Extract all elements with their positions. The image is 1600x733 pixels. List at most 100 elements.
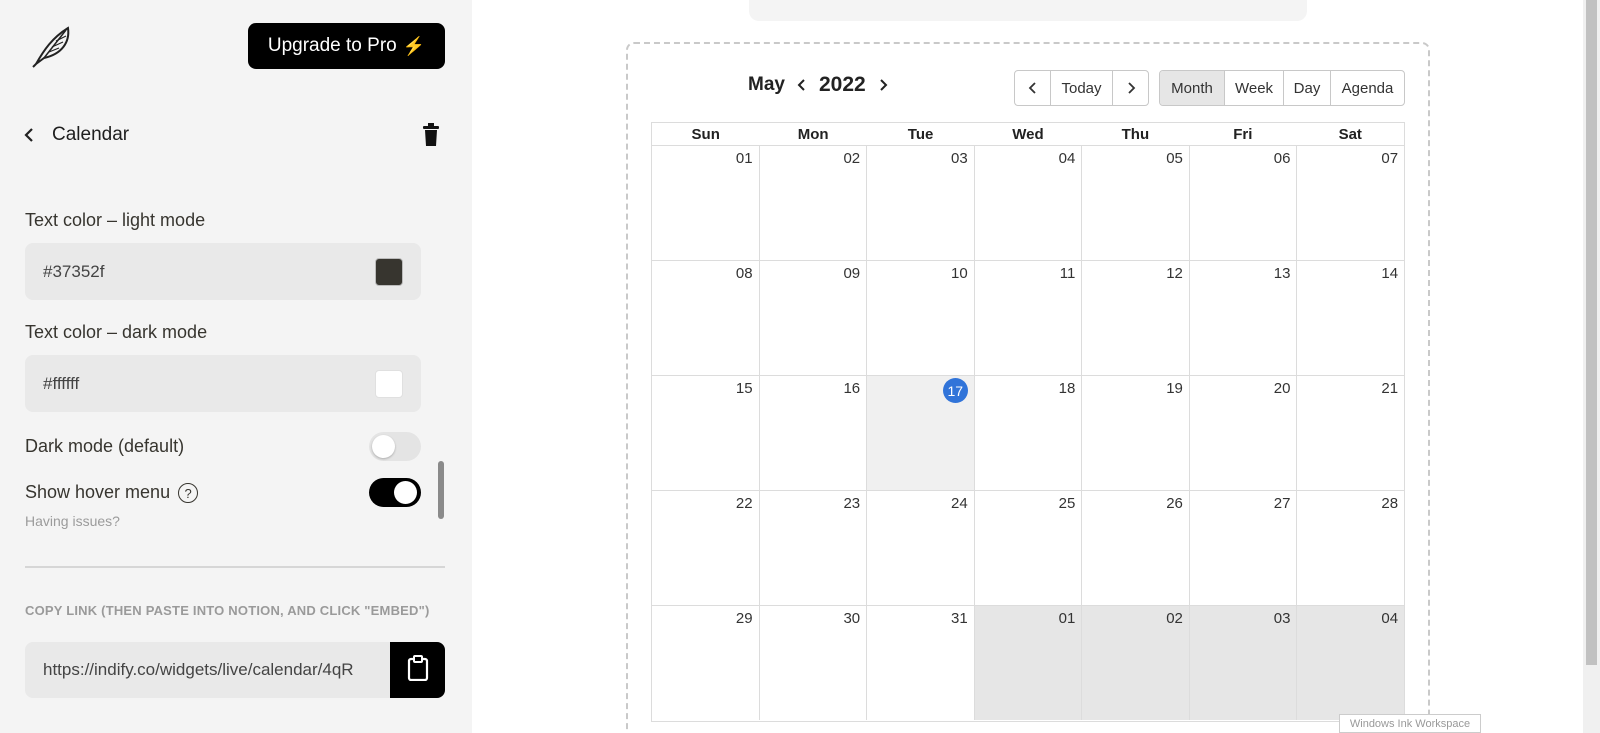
view-week-button[interactable]: Week	[1225, 71, 1284, 105]
weekday-header: Sun Mon Tue Wed Thu Fri Sat	[652, 123, 1404, 145]
day-number: 28	[1381, 495, 1399, 512]
day-number: 10	[951, 265, 968, 282]
embed-link-input[interactable]: https://indify.co/widgets/live/calendar/…	[25, 642, 391, 698]
day-cell[interactable]: 10	[867, 261, 975, 375]
today-cell[interactable]: 17	[867, 376, 975, 490]
day-cell[interactable]: 22	[652, 491, 760, 605]
day-cell[interactable]: 15	[652, 376, 760, 490]
date-nav-group: Today	[1014, 70, 1149, 106]
chevron-left-icon[interactable]	[22, 127, 38, 143]
day-number: 03	[951, 150, 968, 167]
day-number: 12	[1166, 265, 1183, 282]
weekday-label: Thu	[1121, 126, 1150, 143]
prev-button[interactable]	[1015, 71, 1051, 105]
upgrade-to-pro-button[interactable]: Upgrade to Pro ⚡	[248, 23, 445, 69]
divider	[25, 566, 445, 568]
hover-menu-toggle[interactable]	[369, 478, 421, 507]
day-number: 02	[1166, 610, 1183, 627]
day-cell[interactable]: 30	[760, 606, 868, 720]
day-number: 31	[951, 610, 968, 627]
day-cell[interactable]: 21	[1297, 376, 1404, 490]
day-cell[interactable]: 09	[760, 261, 868, 375]
day-cell[interactable]: 16	[760, 376, 868, 490]
preview-top-bar	[749, 0, 1307, 21]
weekday-label: Mon	[797, 126, 829, 143]
week-row: 08 09 10 11 12 13 14	[652, 260, 1404, 375]
day-cell[interactable]: 08	[652, 261, 760, 375]
view-agenda-button[interactable]: Agenda	[1331, 71, 1404, 105]
day-cell[interactable]: 31	[867, 606, 975, 720]
day-cell[interactable]: 18	[975, 376, 1083, 490]
trash-icon[interactable]	[420, 123, 442, 147]
day-cell[interactable]: 06	[1190, 146, 1298, 260]
copy-link-button[interactable]	[390, 642, 445, 698]
day-number: 05	[1166, 150, 1183, 167]
clipboard-icon	[407, 654, 429, 686]
light-mode-color-swatch[interactable]	[375, 258, 403, 286]
week-row: 22 23 24 25 26 27 28	[652, 490, 1404, 605]
day-cell[interactable]: 11	[975, 261, 1083, 375]
dark-mode-toggle[interactable]	[369, 432, 421, 461]
day-cell[interactable]: 05	[1082, 146, 1190, 260]
day-cell-next-month[interactable]: 02	[1082, 606, 1190, 720]
day-number: 02	[843, 150, 861, 167]
view-month-button[interactable]: Month	[1160, 71, 1225, 105]
day-cell[interactable]: 12	[1082, 261, 1190, 375]
copy-link-label: COPY LINK (THEN PASTE INTO NOTION, AND C…	[25, 603, 430, 618]
today-button[interactable]: Today	[1051, 71, 1113, 105]
day-cell[interactable]: 25	[975, 491, 1083, 605]
day-cell[interactable]: 01	[652, 146, 760, 260]
widget-title: Calendar	[52, 124, 130, 145]
week-row: 15 16 17 18 19 20 21	[652, 375, 1404, 490]
settings-sidebar: Upgrade to Pro ⚡ Calendar Text color – l…	[0, 0, 472, 733]
window-scrollbar-thumb[interactable]	[1586, 0, 1597, 665]
day-cell[interactable]: 07	[1297, 146, 1404, 260]
day-cell[interactable]: 03	[867, 146, 975, 260]
prev-month-icon[interactable]	[785, 70, 819, 100]
day-number: 14	[1381, 265, 1399, 282]
day-cell[interactable]: 02	[760, 146, 868, 260]
calendar-month-nav: May 2022	[748, 70, 900, 100]
day-cell[interactable]: 28	[1297, 491, 1404, 605]
weekday-label: Sat	[1338, 126, 1362, 143]
day-cell-next-month[interactable]: 01	[974, 606, 1083, 720]
feather-icon[interactable]	[30, 24, 76, 68]
dark-mode-color-label: Text color – dark mode	[25, 322, 208, 342]
weekday-label: Sun	[691, 126, 720, 143]
next-month-icon[interactable]	[866, 70, 900, 100]
day-number: 04	[1058, 150, 1076, 167]
dark-mode-color-input[interactable]: #ffffff	[25, 355, 421, 412]
day-number: 04	[1381, 610, 1399, 627]
dark-mode-color-swatch[interactable]	[375, 370, 403, 398]
day-number: 21	[1381, 380, 1399, 397]
day-cell[interactable]: 24	[867, 491, 975, 605]
having-issues-link[interactable]: Having issues?	[25, 513, 120, 529]
day-cell[interactable]: 23	[760, 491, 868, 605]
day-cell[interactable]: 14	[1297, 261, 1404, 375]
view-switcher: Month Week Day Agenda	[1159, 70, 1405, 106]
day-cell[interactable]: 27	[1190, 491, 1298, 605]
day-cell[interactable]: 26	[1082, 491, 1190, 605]
day-cell[interactable]: 13	[1190, 261, 1298, 375]
month-grid: Sun Mon Tue Wed Thu Fri Sat 01 02 03 04 …	[651, 122, 1405, 722]
sidebar-scrollbar[interactable]	[438, 461, 444, 519]
weekday-label: Tue	[907, 126, 934, 143]
day-number: 23	[843, 495, 861, 512]
day-cell-next-month[interactable]: 03	[1189, 606, 1298, 720]
day-number: 09	[843, 265, 861, 282]
day-number: 13	[1273, 265, 1291, 282]
day-cell-next-month[interactable]: 04	[1297, 606, 1405, 720]
help-icon[interactable]: ?	[178, 483, 199, 504]
day-cell[interactable]: 19	[1082, 376, 1190, 490]
year-label: 2022	[818, 73, 866, 96]
next-button[interactable]	[1113, 71, 1148, 105]
day-cell[interactable]: 29	[652, 606, 760, 720]
ink-workspace-tooltip: Windows Ink Workspace	[1339, 714, 1481, 733]
day-number: 16	[843, 380, 861, 397]
day-cell[interactable]: 04	[975, 146, 1083, 260]
light-mode-color-input[interactable]: #37352f	[25, 243, 421, 300]
today-badge: 17	[942, 378, 968, 403]
day-number: 06	[1273, 150, 1291, 167]
view-day-button[interactable]: Day	[1284, 71, 1331, 105]
day-cell[interactable]: 20	[1190, 376, 1298, 490]
